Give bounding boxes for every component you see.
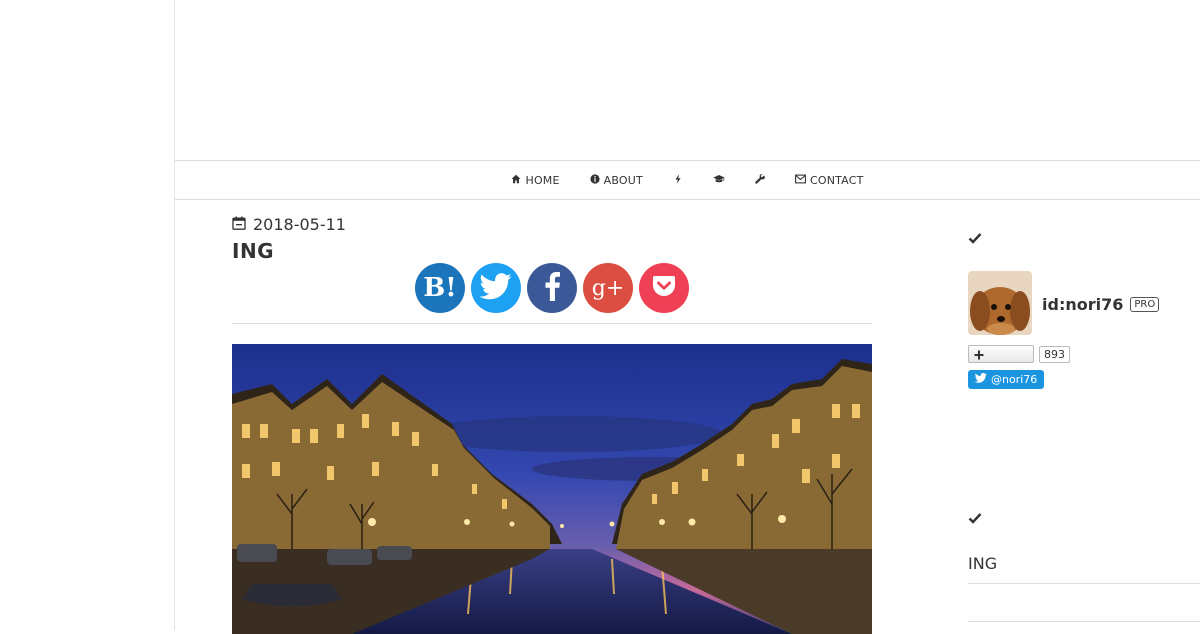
check-icon [968,230,1200,249]
avatar[interactable] [968,271,1032,335]
divider [232,323,872,324]
bolt-icon [673,173,683,187]
hatena-bookmark-button[interactable]: B! [415,263,465,313]
nav-item-home[interactable]: HOME [496,161,574,199]
entry-title[interactable]: ING [232,239,872,263]
google-plus-share-button[interactable]: g+ [583,263,633,313]
envelope-icon [795,174,806,187]
twitter-handle: @nori76 [991,373,1038,386]
pocket-share-button[interactable] [639,263,689,313]
pocket-icon [652,275,676,301]
facebook-share-button[interactable] [527,263,577,313]
plus-icon [974,345,984,364]
follower-count: 893 [1039,345,1070,363]
divider [968,621,1200,622]
twitter-bird-icon [974,373,987,386]
twitter-follow-button[interactable]: @nori76 [968,370,1045,389]
recent-entry-link[interactable]: ING [968,554,1200,584]
info-icon [590,173,600,187]
twitter-share-button[interactable] [471,263,521,313]
nav-label-about: ABOUT [603,173,643,187]
nav-item-bolt[interactable] [658,161,698,199]
entry-date-link[interactable]: 2018-05-11 [253,215,346,234]
header-area [175,0,1200,160]
nav-item-about[interactable]: ABOUT [575,161,658,199]
profile-card: id:nori76 PRO [968,271,1200,335]
hatena-bookmark-icon: B! [423,273,457,303]
wrench-icon [755,173,765,187]
follow-button[interactable] [968,345,1034,363]
pro-badge: PRO [1130,296,1160,312]
entry-image[interactable] [232,344,872,634]
nav-label-contact: CONTACT [809,173,864,187]
nav-label-home: HOME [525,173,560,187]
hatena-follow: 893 [968,345,1200,363]
entry: 2018-05-11 ING B! g+ [232,212,872,634]
graduation-cap-icon [713,174,725,187]
user-id: id:nori76 PRO [1042,273,1160,335]
entry-date: 2018-05-11 [232,212,872,236]
home-icon [511,174,521,187]
nav-item-education[interactable] [698,161,740,199]
sidebar: id:nori76 PRO 893 @nori76 [968,230,1200,389]
share-buttons: B! g+ [415,263,689,313]
nav-item-tools[interactable] [740,161,780,199]
check-icon [968,510,982,529]
calendar-icon [232,215,246,234]
user-id-link[interactable]: id:nori76 [1042,295,1123,314]
google-plus-icon: g+ [591,275,625,301]
nav-item-contact[interactable]: CONTACT [780,161,879,199]
twitter-bird-icon [479,272,512,304]
facebook-f-icon [544,271,560,305]
left-rail [0,0,175,630]
global-nav: HOME ABOUT CONTACT [175,160,1200,200]
